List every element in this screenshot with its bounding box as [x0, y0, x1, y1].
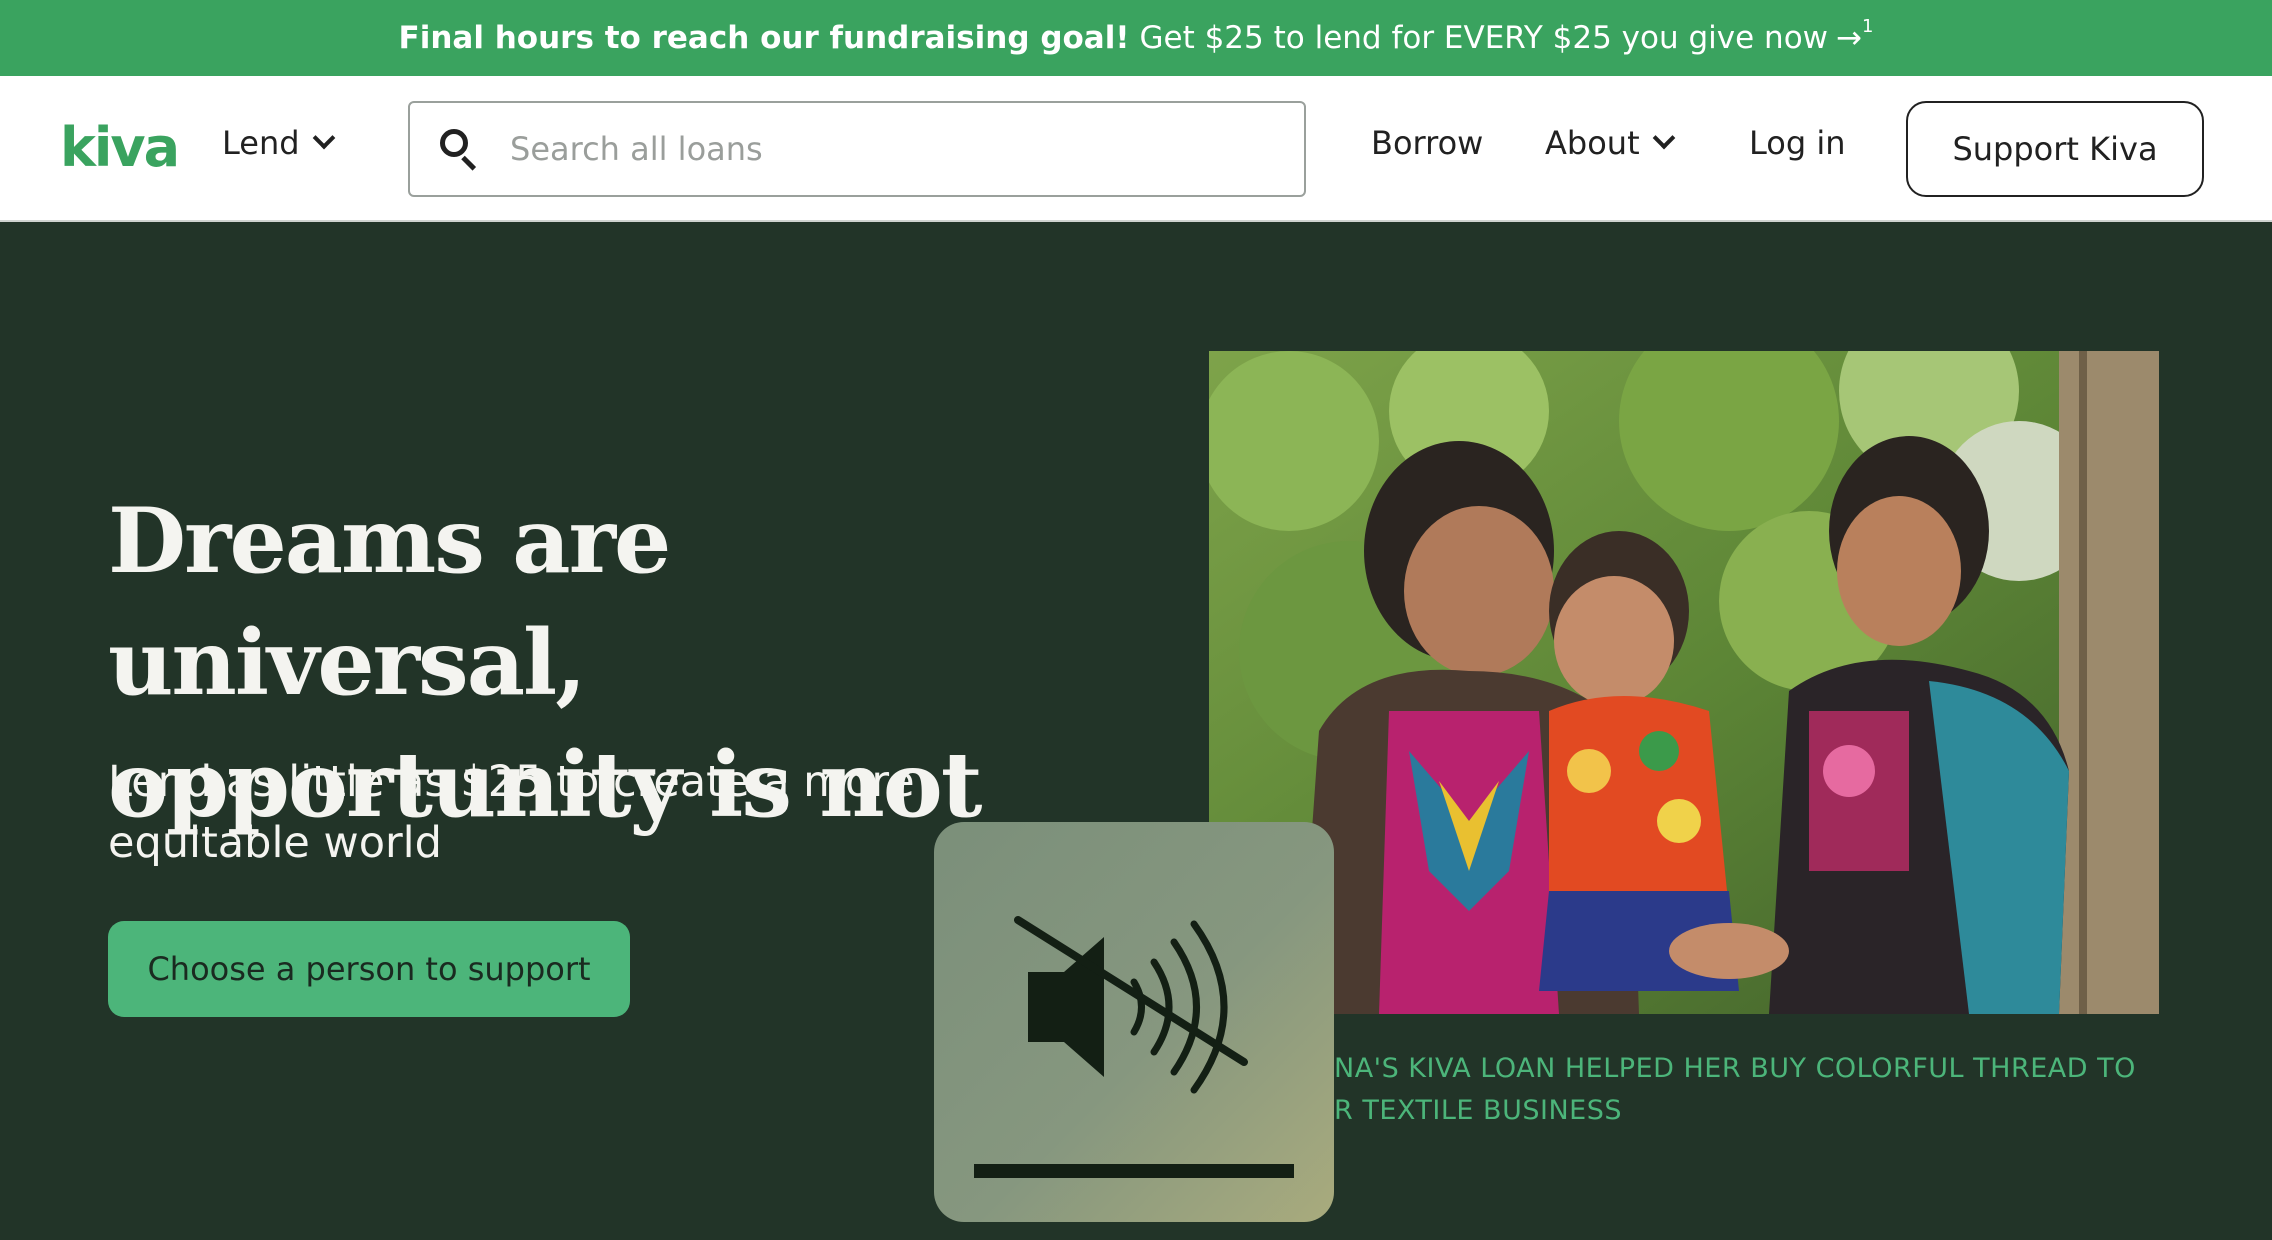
site-header: kiva Lend Borrow About Log in Support Ki… — [0, 76, 2272, 222]
nav-about[interactable]: About — [1545, 124, 1675, 162]
search-icon — [440, 129, 480, 171]
media-progress-bar — [974, 1164, 1294, 1178]
promo-banner[interactable]: Final hours to reach our fundraising goa… — [0, 0, 2272, 76]
nav-about-label: About — [1545, 124, 1640, 162]
chevron-down-icon — [312, 126, 335, 150]
nav-lend-label: Lend — [222, 124, 300, 162]
arrow-right-icon: → — [1836, 20, 1863, 56]
choose-person-button[interactable]: Choose a person to support — [108, 921, 630, 1017]
nav-lend[interactable]: Lend — [222, 124, 335, 162]
promo-footnote: 1 — [1862, 15, 1874, 37]
search-input[interactable] — [510, 130, 1270, 168]
nav-login[interactable]: Log in — [1749, 124, 1846, 162]
photo-caption: NA'S KIVA LOAN HELPED HER BUY COLORFUL T… — [1334, 1048, 2154, 1132]
promo-text: Get $25 to lend for EVERY $25 you give n… — [1139, 20, 1829, 56]
promo-bold-text: Final hours to reach our fundraising goa… — [398, 20, 1130, 56]
chevron-down-icon — [1652, 126, 1675, 150]
nav-borrow[interactable]: Borrow — [1371, 124, 1483, 162]
hero-title-line1: Dreams are universal, — [108, 488, 671, 716]
support-kiva-button[interactable]: Support Kiva — [1906, 101, 2204, 197]
search-box — [408, 101, 1306, 197]
kiva-logo[interactable]: kiva — [60, 116, 180, 179]
nav-borrow-label: Borrow — [1371, 124, 1484, 162]
caption-line1: NA'S KIVA LOAN HELPED HER BUY COLORFUL T… — [1334, 1053, 2136, 1084]
hero-subtitle: Lend as little as $25 to create a more e… — [108, 757, 915, 868]
speaker-muted-icon — [1014, 916, 1248, 1094]
nav-login-label: Log in — [1749, 124, 1846, 162]
hero-photo — [1209, 351, 2159, 1014]
caption-line2: R TEXTILE BUSINESS — [1334, 1095, 1622, 1126]
mute-button[interactable] — [934, 822, 1334, 1222]
